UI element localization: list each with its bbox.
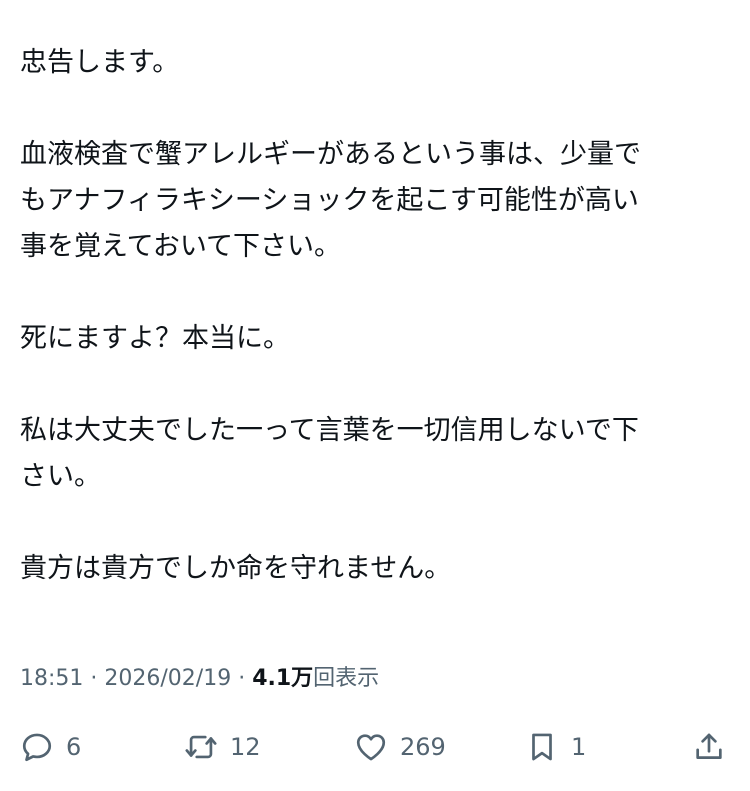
post-time[interactable]: 18:51	[20, 666, 83, 691]
retweet-count: 12	[230, 733, 261, 761]
action-bar: 6 12 269 1	[0, 724, 750, 770]
like-button[interactable]: 269	[354, 724, 446, 770]
tweet-paragraph: 貴方は貴方でしか命を守れません。	[20, 546, 732, 592]
tweet-paragraph: 私は大丈夫でした一って言葉を一切信用しないで下 さい。	[20, 408, 732, 500]
reply-icon	[20, 730, 54, 764]
tweet-paragraph: 死にますよ？本当に。	[20, 316, 732, 362]
bookmark-icon	[525, 730, 559, 764]
post-date[interactable]: 2026/02/19	[104, 666, 231, 691]
tweet-paragraph: 忠告します。	[20, 40, 732, 86]
tweet-paragraph: 血液検査で蟹アレルギーがあるという事は、少量で もアナフィラキシーショックを起こ…	[20, 132, 732, 270]
tweet-line: 死にますよ？本当に。	[20, 323, 290, 354]
tweet-line: 忠告します。	[20, 47, 180, 78]
tweet-line: さい。	[20, 461, 101, 492]
tweet-text: 忠告します。 血液検査で蟹アレルギーがあるという事は、少量で もアナフィラキシー…	[20, 40, 732, 638]
retweet-button[interactable]: 12	[184, 724, 261, 770]
share-button[interactable]	[692, 724, 726, 770]
tweet-line: 血液検査で蟹アレルギーがあるという事は、少量で	[20, 139, 641, 170]
meta-separator: ·	[231, 666, 253, 691]
tweet-meta: 18:51 · 2026/02/19 · 4.1万回表示	[20, 663, 379, 695]
retweet-icon	[184, 730, 218, 764]
reply-button[interactable]: 6	[20, 724, 81, 770]
tweet-line: 事を覚えておいて下さい。	[20, 231, 342, 262]
share-icon	[692, 730, 726, 764]
heart-icon	[354, 730, 388, 764]
like-count: 269	[400, 733, 446, 761]
meta-separator: ·	[83, 666, 105, 691]
tweet-line: 私は大丈夫でした一って言葉を一切信用しないで下	[20, 415, 639, 446]
bookmark-count: 1	[571, 733, 587, 761]
tweet-line: もアナフィラキシーショックを起こす可能性が高い	[20, 185, 639, 216]
views-count: 4.1万	[252, 666, 314, 691]
bookmark-button[interactable]: 1	[525, 724, 586, 770]
views-label: 回表示	[313, 666, 380, 691]
tweet-line: 貴方は貴方でしか命を守れません。	[20, 553, 452, 584]
reply-count: 6	[66, 733, 82, 761]
